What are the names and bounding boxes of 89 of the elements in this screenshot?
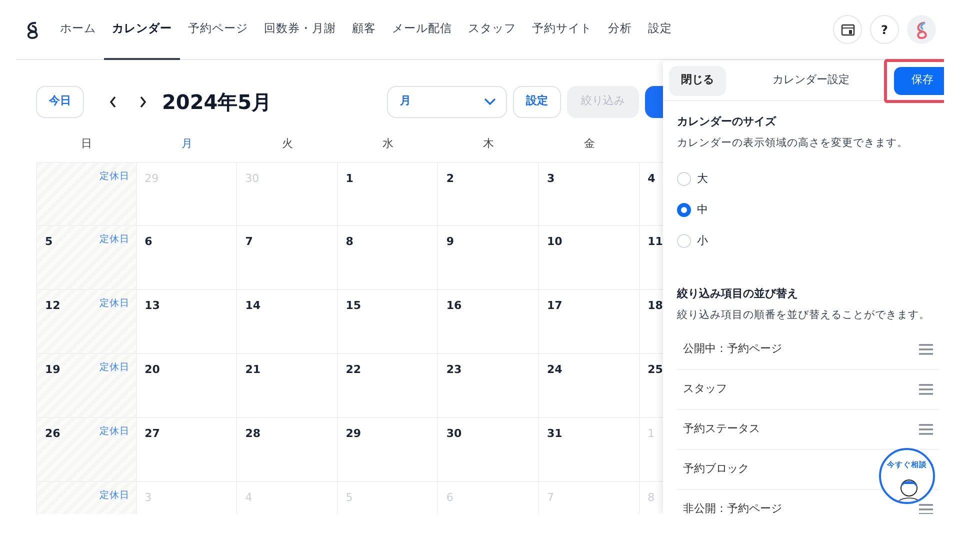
nav-tab[interactable]: 予約サイト [524, 0, 600, 60]
closed-day-tag: 定休日 [100, 297, 130, 312]
month-title: 2024年5月 [162, 90, 272, 114]
nav-tab[interactable]: カレンダー [104, 0, 180, 60]
nav-tab[interactable]: 回数券・月謝 [256, 0, 344, 60]
weekday-label: 月 [180, 136, 194, 152]
day-number: 7 [245, 235, 253, 248]
section-description: 絞り込み項目の順番を並び替えることができます。 [677, 308, 931, 324]
nav-tab[interactable]: メール配信 [384, 0, 460, 60]
window-icon [840, 24, 854, 36]
closed-day-tag: 定休日 [100, 489, 130, 504]
item-label: 予約ステータス [683, 421, 760, 438]
settings-button[interactable]: 設定 [513, 86, 561, 118]
item-label: 予約ブロック [683, 461, 749, 478]
day-number: 19 [45, 363, 60, 376]
drag-handle-icon[interactable] [919, 424, 933, 435]
save-button[interactable]: 保存 [894, 66, 944, 94]
day-number: 31 [546, 427, 562, 440]
chevron-left-icon[interactable] [108, 94, 118, 108]
day-number: 25 [648, 363, 663, 376]
day-number: 27 [144, 427, 160, 440]
day-number: 13 [144, 299, 160, 312]
nav-tab[interactable]: ホーム [52, 0, 104, 60]
day-number: 20 [144, 363, 160, 376]
chevron-right-icon[interactable] [138, 94, 148, 108]
nav-tab[interactable]: 予約ページ [180, 0, 256, 60]
drag-handle-icon[interactable] [919, 344, 933, 355]
close-button[interactable]: 閉じる [669, 66, 726, 96]
today-button[interactable]: 今日 [36, 86, 84, 118]
nav-tab[interactable]: 顧客 [344, 0, 384, 60]
day-number: 3 [546, 172, 555, 185]
day-number: 22 [346, 363, 362, 376]
sortable-item[interactable]: 公開中：予約ページ [677, 330, 939, 370]
closed-day-tag: 定休日 [100, 361, 130, 376]
day-number: 4 [648, 172, 656, 185]
nav-tab[interactable]: スタッフ [460, 0, 524, 60]
drag-handle-icon[interactable] [919, 384, 933, 395]
nav-tab[interactable]: 分析 [600, 0, 640, 60]
section-description: カレンダーの表示領域の高さを変更できます。 [677, 136, 909, 152]
item-label: 公開中：予約ページ [683, 341, 782, 358]
day-number: 18 [648, 299, 663, 312]
sortable-item[interactable]: 予約ステータス [677, 410, 939, 450]
day-number: 5 [45, 235, 53, 248]
view-select[interactable]: 月 [387, 86, 507, 118]
section-title: 絞り込み項目の並び替え [677, 286, 799, 300]
day-number: 1 [346, 172, 354, 185]
day-number: 21 [245, 363, 260, 376]
screen-button[interactable] [833, 15, 862, 44]
day-number: 15 [346, 299, 362, 312]
day-number: 28 [245, 427, 260, 440]
nav-tab[interactable]: 設定 [640, 0, 680, 60]
section-title: カレンダーのサイズ [677, 115, 778, 128]
day-number: 16 [446, 299, 462, 312]
day-number: 8 [346, 235, 354, 248]
radio-label: 小 [697, 233, 708, 250]
day-number: 11 [648, 235, 663, 248]
day-number: 26 [45, 427, 60, 440]
day-number: 17 [546, 299, 562, 312]
day-number: 12 [45, 299, 60, 312]
day-number: 29 [346, 427, 362, 440]
radio-button[interactable] [677, 203, 691, 218]
weekday-label: 日 [80, 136, 93, 152]
closed-day-tag: 定休日 [100, 425, 130, 440]
radio-label: 中 [697, 202, 708, 218]
drag-handle-icon[interactable] [919, 504, 933, 514]
day-number: 14 [245, 299, 260, 312]
day-number: 24 [546, 363, 562, 376]
radio-label: 大 [697, 171, 708, 188]
closed-day-tag: 定休日 [100, 170, 130, 184]
chevron-down-icon [484, 98, 496, 106]
select-value: 月 [400, 93, 411, 110]
item-label: 非公開：予約ページ [683, 501, 782, 514]
primary-button[interactable] [645, 86, 665, 118]
weekday-label: 金 [582, 136, 596, 152]
help-button[interactable]: ? [870, 15, 899, 44]
weekday-label: 火 [280, 136, 294, 152]
weekday-label: 木 [482, 136, 496, 152]
day-number: 10 [546, 235, 562, 248]
item-label: スタッフ [683, 381, 727, 398]
day-number: 23 [446, 363, 462, 376]
account-button[interactable] [907, 15, 936, 44]
day-number: 9 [446, 235, 454, 248]
sortable-item[interactable]: スタッフ [677, 370, 939, 410]
day-number: 30 [446, 427, 462, 440]
panel-title: カレンダー設定 [772, 72, 850, 88]
day-number: 2 [446, 172, 454, 185]
weekday-label: 水 [382, 136, 395, 152]
closed-day-tag: 定休日 [100, 233, 130, 248]
day-number: 6 [144, 235, 152, 248]
